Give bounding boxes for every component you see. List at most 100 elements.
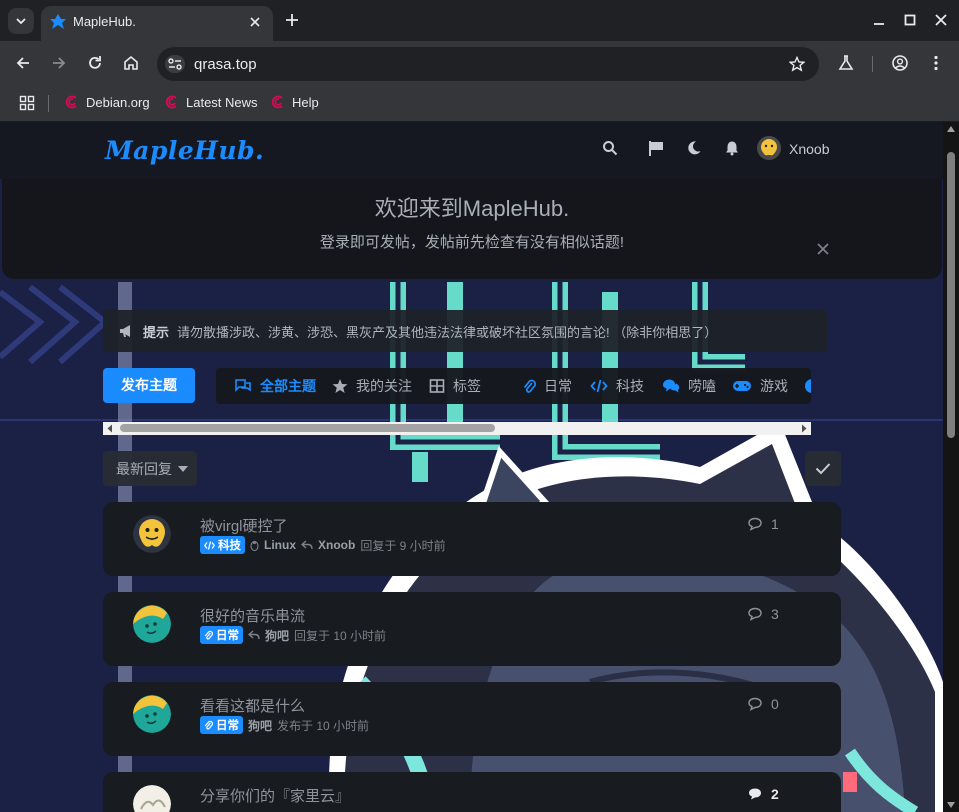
nav-label: 我的关注 (356, 378, 412, 394)
tab-search-button[interactable] (8, 8, 34, 34)
discussion-title[interactable]: 看看这都是什么 (200, 695, 305, 716)
discussion-meta: 日常 狗吧 发布于 10 小时前 (200, 716, 369, 734)
author-avatar[interactable] (133, 785, 171, 812)
tag-badge-label: 科技 (218, 540, 241, 552)
bookmark-debian[interactable]: Debian.org (64, 94, 150, 110)
tag-badge[interactable]: 日常 (200, 626, 243, 644)
tag-badge[interactable]: 科技 (200, 536, 245, 554)
menu-kebab-icon[interactable] (927, 54, 945, 72)
bookmarks-divider (48, 95, 49, 112)
last-activity: 回复于 9 小时前 (360, 538, 446, 553)
minimize-icon[interactable] (872, 13, 886, 27)
sub-tag-label[interactable]: Linux (264, 538, 296, 552)
star-icon (332, 379, 348, 393)
bookmark-label: Latest News (186, 94, 258, 110)
url-text[interactable]: qrasa.top (194, 56, 257, 73)
nav-tag-games[interactable]: 游戏 (732, 368, 788, 404)
scroll-thumb[interactable] (947, 152, 955, 438)
browser-tab[interactable]: MapleHub. (41, 6, 273, 41)
discussion-title[interactable]: 被virgl硬控了 (200, 515, 288, 536)
profile-icon[interactable] (891, 54, 909, 72)
tag-badge-label: 日常 (216, 630, 239, 642)
grid-icon (429, 379, 445, 393)
scroll-left-icon[interactable] (106, 424, 114, 433)
sort-dropdown[interactable]: 最新回复 (103, 451, 197, 486)
nav-tag-daily[interactable]: 日常 (522, 368, 572, 404)
discussion-title[interactable]: 分享你们的『家里云』 (200, 785, 350, 806)
welcome-hero: 欢迎来到MapleHub. 登录即可发帖，发帖前先检查有没有相似话题! (2, 179, 942, 279)
mark-all-read-button[interactable] (805, 451, 841, 486)
last-poster[interactable]: Xnoob (318, 538, 355, 552)
bookmark-label: Help (292, 94, 319, 110)
sort-label: 最新回复 (116, 460, 172, 477)
author-name[interactable]: 狗吧 (248, 717, 272, 734)
welcome-title: 欢迎来到MapleHub. (374, 196, 570, 221)
scroll-thumb[interactable] (120, 424, 495, 432)
comment-icon (749, 788, 761, 800)
reload-icon[interactable] (86, 54, 104, 72)
user-avatar[interactable] (757, 136, 781, 160)
labs-flask-icon[interactable] (837, 54, 855, 72)
author-avatar[interactable] (133, 605, 171, 643)
new-tab-icon[interactable] (284, 12, 300, 28)
debian-swirl-icon (271, 95, 283, 109)
scroll-down-icon[interactable] (947, 802, 955, 808)
site-info-icon[interactable] (165, 55, 185, 73)
reply-count: 2 (747, 786, 779, 802)
apps-grid-icon[interactable] (19, 95, 35, 111)
last-poster[interactable]: 狗吧 (265, 627, 289, 644)
discussion-item[interactable]: 很好的音乐串流 日常 狗吧 回复于 10 小时前 3 (103, 592, 841, 666)
scroll-right-icon[interactable] (800, 424, 808, 433)
forward-icon[interactable] (50, 54, 68, 72)
address-bar[interactable]: qrasa.top (157, 47, 819, 81)
bell-icon[interactable] (724, 140, 740, 156)
flag-icon[interactable] (648, 140, 665, 157)
paperclip-icon (204, 630, 213, 640)
bookmark-latest-news[interactable]: Latest News (164, 94, 258, 110)
sketch-avatar-icon (133, 785, 171, 812)
tag-badge[interactable]: 日常 (200, 716, 243, 734)
close-icon[interactable] (817, 243, 829, 255)
nav-following[interactable]: 我的关注 (332, 368, 412, 404)
dog-avatar-icon (133, 605, 171, 643)
author-avatar[interactable] (133, 695, 171, 733)
start-discussion-button[interactable]: 发布主题 (103, 368, 195, 403)
nav-label: 全部主题 (260, 378, 316, 394)
back-icon[interactable] (14, 54, 32, 72)
scroll-up-icon[interactable] (947, 126, 955, 132)
close-tab-icon[interactable] (247, 14, 263, 30)
discussion-item[interactable]: 分享你们的『家里云』 2 (103, 772, 841, 812)
nav-more-tag-icon[interactable] (805, 379, 811, 393)
author-avatar[interactable] (133, 515, 171, 553)
nav-tag-chat[interactable]: 唠嗑 (662, 368, 716, 404)
discussion-item[interactable]: 看看这都是什么 日常 狗吧 发布于 10 小时前 0 (103, 682, 841, 756)
discussion-item[interactable]: 被virgl硬控了 科技 Linux Xnoob 回复于 9 小时前 1 (103, 502, 841, 576)
nav-all-discussions[interactable]: 全部主题 (234, 368, 316, 404)
bookmarks-bar: Debian.org Latest News Help (0, 86, 959, 122)
nav-tag-tech[interactable]: 科技 (590, 368, 644, 404)
comments-icon (235, 379, 251, 392)
nav-label: 日常 (544, 378, 572, 394)
reply-count: 3 (747, 606, 779, 622)
web-page: MapleHub. Xnoob 欢迎来到MapleHub. 登录即可发帖，发帖前… (0, 122, 943, 812)
close-window-icon[interactable] (934, 13, 948, 27)
bookmark-star-icon[interactable] (789, 56, 805, 72)
reply-count-value: 3 (771, 606, 779, 622)
search-icon[interactable] (602, 140, 618, 156)
username[interactable]: Xnoob (789, 141, 829, 157)
melting-face-avatar-icon (761, 139, 777, 156)
site-logo[interactable]: MapleHub. (105, 136, 264, 165)
home-icon[interactable] (122, 54, 140, 72)
bookmark-help[interactable]: Help (270, 94, 319, 110)
nav-label: 唠嗑 (688, 378, 716, 394)
chevron-down-icon (16, 18, 26, 25)
paperclip-icon (204, 720, 213, 730)
page-scrollbar[interactable] (943, 122, 959, 812)
maximize-icon[interactable] (903, 13, 917, 27)
moon-icon[interactable] (686, 140, 702, 156)
bookmark-label: Debian.org (86, 94, 150, 110)
tag-nav-scrollbar[interactable] (103, 422, 811, 435)
nav-tags[interactable]: 标签 (429, 368, 481, 404)
discussion-title[interactable]: 很好的音乐串流 (200, 605, 305, 626)
nav-label: 科技 (616, 378, 644, 394)
